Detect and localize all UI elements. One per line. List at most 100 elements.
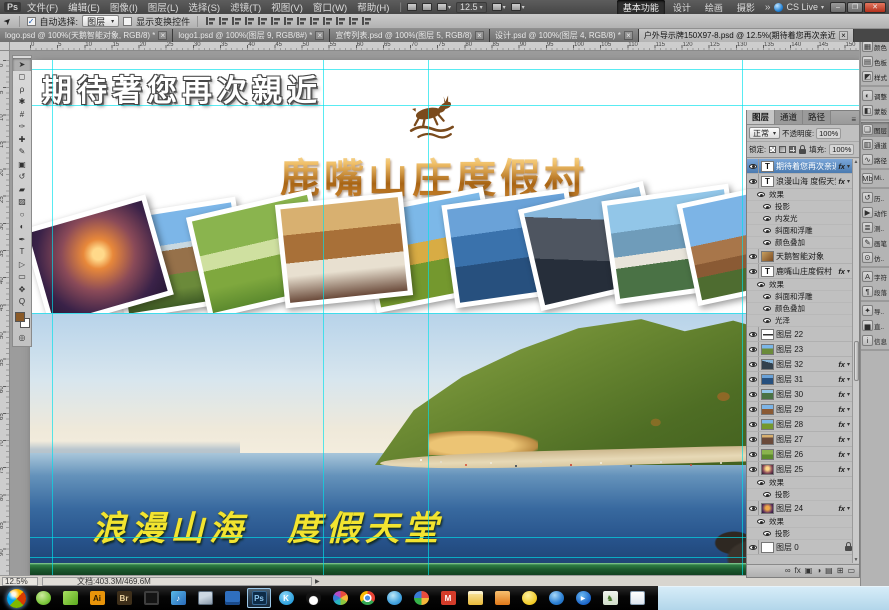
tab-layers[interactable]: 图层 <box>747 110 775 124</box>
path-selection-tool[interactable]: ▷ <box>13 258 31 271</box>
menu-item-view[interactable]: 视图(V) <box>271 0 303 14</box>
dock-item-histogram[interactable]: ▅直.. <box>861 318 889 333</box>
history-brush-tool[interactable]: ↺ <box>13 171 31 184</box>
new-layer-icon[interactable]: ⊞ <box>837 566 844 576</box>
brush-tool[interactable]: ✎ <box>13 146 31 159</box>
visibility-toggle[interactable] <box>761 225 773 236</box>
mail-app[interactable]: M <box>436 588 460 608</box>
rectangular-marquee-tool[interactable]: ◻ <box>13 71 31 84</box>
effects-header[interactable]: 效果 <box>747 516 852 528</box>
auto-select-checkbox[interactable]: ✓ <box>27 17 36 26</box>
visibility-toggle[interactable] <box>761 201 773 212</box>
dock-item-masks[interactable]: ◧蒙版 <box>861 103 889 118</box>
menu-item-file[interactable]: 文件(F) <box>27 0 58 14</box>
tab-paths[interactable]: 路径 <box>803 110 831 124</box>
menu-item-image[interactable]: 图像(I) <box>110 0 138 14</box>
lock-pixels-icon[interactable] <box>779 146 786 153</box>
layer-group-icon[interactable]: ▤ <box>825 566 833 576</box>
hand-tool[interactable]: ✥ <box>13 283 31 296</box>
pps-player[interactable]: ▶ <box>571 588 595 608</box>
tab-close-button[interactable]: × <box>624 31 633 40</box>
arrange-documents-button[interactable]: ▾ <box>492 3 506 11</box>
dock-item-styles[interactable]: ◩样式 <box>861 69 889 84</box>
document-tab-3[interactable]: 设计.psd @ 100%(图层 4, RGB/8) *× <box>490 29 639 42</box>
antivirus-360[interactable] <box>31 588 55 608</box>
layer-row[interactable]: 天鹅智能对象 <box>747 249 852 264</box>
align-center-horizontal-icon[interactable] <box>218 16 229 26</box>
lasso-tool[interactable]: ρ <box>13 83 31 96</box>
visibility-toggle[interactable] <box>747 501 759 515</box>
dock-item-measurement-log[interactable]: ≣测.. <box>861 220 889 235</box>
tab-close-button[interactable]: × <box>475 31 484 40</box>
effect-row[interactable]: 斜面和浮雕 <box>747 291 852 303</box>
distribute-bottom-icon[interactable] <box>348 16 359 26</box>
layer-row[interactable]: T浪漫山海 度假天堂fx▾ <box>747 174 852 189</box>
workspace-button-0[interactable]: 基本功能 <box>617 0 665 15</box>
adjustment-layer-icon[interactable]: ◑ <box>816 566 821 576</box>
type-tool[interactable]: T <box>13 246 31 259</box>
scrollbar-thumb[interactable] <box>854 341 859 381</box>
layer-row[interactable]: 图层 23 <box>747 342 852 357</box>
document-tab-0[interactable]: logo.psd @ 100%(天鹅智能对象, RGB/8) *× <box>0 29 173 42</box>
status-zoom-input[interactable]: 12.5% <box>2 577 38 586</box>
eraser-tool[interactable]: ▰ <box>13 183 31 196</box>
kugou-music[interactable]: K <box>274 588 298 608</box>
auto-align-layers-icon[interactable] <box>361 16 372 26</box>
layer-row[interactable]: 图层 30fx▾ <box>747 387 852 402</box>
blue-globe-app[interactable] <box>544 588 568 608</box>
visibility-toggle[interactable] <box>761 213 773 224</box>
visibility-toggle[interactable] <box>747 264 759 278</box>
tab-close-button[interactable]: × <box>315 31 324 40</box>
eyedropper-tool[interactable]: ✑ <box>13 121 31 134</box>
visibility-toggle[interactable] <box>747 462 759 476</box>
layer-row[interactable]: 图层 27fx▾ <box>747 432 852 447</box>
visibility-toggle[interactable] <box>747 432 759 446</box>
layer-row[interactable]: 图层 22 <box>747 327 852 342</box>
zoom-level-input[interactable]: 12.5▾ <box>456 2 487 13</box>
effect-row[interactable]: 投影 <box>747 201 852 213</box>
lock-all-icon[interactable] <box>799 149 806 154</box>
layer-row[interactable]: 图层 31fx▾ <box>747 372 852 387</box>
align-top-icon[interactable] <box>244 16 255 26</box>
visibility-toggle[interactable] <box>755 477 767 488</box>
align-left-icon[interactable] <box>205 16 216 26</box>
effect-row[interactable]: 光泽 <box>747 315 852 327</box>
distribute-center-icon[interactable] <box>296 16 307 26</box>
dock-item-clone-source[interactable]: ⊙仿.. <box>861 250 889 265</box>
tab-close-button[interactable]: × <box>158 31 167 40</box>
dock-item-info[interactable]: i信息 <box>861 333 889 348</box>
quick-selection-tool[interactable]: ✱ <box>13 96 31 109</box>
visibility-toggle[interactable] <box>755 279 767 290</box>
cs-live-button[interactable]: CS Live▾ <box>774 2 824 12</box>
chrome[interactable] <box>355 588 379 608</box>
remote-desktop-app[interactable] <box>220 588 244 608</box>
effects-header[interactable]: 效果 <box>747 189 852 201</box>
visibility-toggle[interactable] <box>755 516 767 527</box>
horse-app[interactable]: ♞ <box>598 588 622 608</box>
layer-row[interactable]: 图层 25fx▾ <box>747 462 852 477</box>
lock-position-icon[interactable] <box>789 146 796 153</box>
menu-item-edit[interactable]: 编辑(E) <box>68 0 100 14</box>
visibility-toggle[interactable] <box>747 447 759 461</box>
workspace-overflow-button[interactable]: » <box>765 2 771 13</box>
visibility-toggle[interactable] <box>747 417 759 431</box>
close-button[interactable]: ✕ <box>864 2 886 13</box>
dock-item-brush[interactable]: ✎画笔 <box>861 235 889 250</box>
photo-viewer[interactable] <box>193 588 217 608</box>
layer-style-icon[interactable]: fx <box>795 566 801 576</box>
visibility-toggle[interactable] <box>761 489 773 500</box>
windows-explorer[interactable] <box>463 588 487 608</box>
zoom-tool[interactable]: Q <box>13 296 31 309</box>
scroll-down-icon[interactable]: ▼ <box>854 557 859 563</box>
rectangle-tool[interactable]: ▭ <box>13 271 31 284</box>
layer-row[interactable]: 图层 32fx▾ <box>747 357 852 372</box>
menu-item-layer[interactable]: 图层(L) <box>148 0 179 14</box>
visibility-toggle[interactable] <box>747 402 759 416</box>
gradient-tool[interactable]: ▨ <box>13 196 31 209</box>
workspace-button-3[interactable]: 摄影 <box>731 0 761 15</box>
pen-tool[interactable]: ✒ <box>13 233 31 246</box>
effect-row[interactable]: 内发光 <box>747 213 852 225</box>
headline-text[interactable]: 期待著您再次親近 <box>42 66 322 110</box>
visibility-toggle[interactable] <box>747 327 759 341</box>
effect-row[interactable]: 颜色叠加 <box>747 237 852 249</box>
